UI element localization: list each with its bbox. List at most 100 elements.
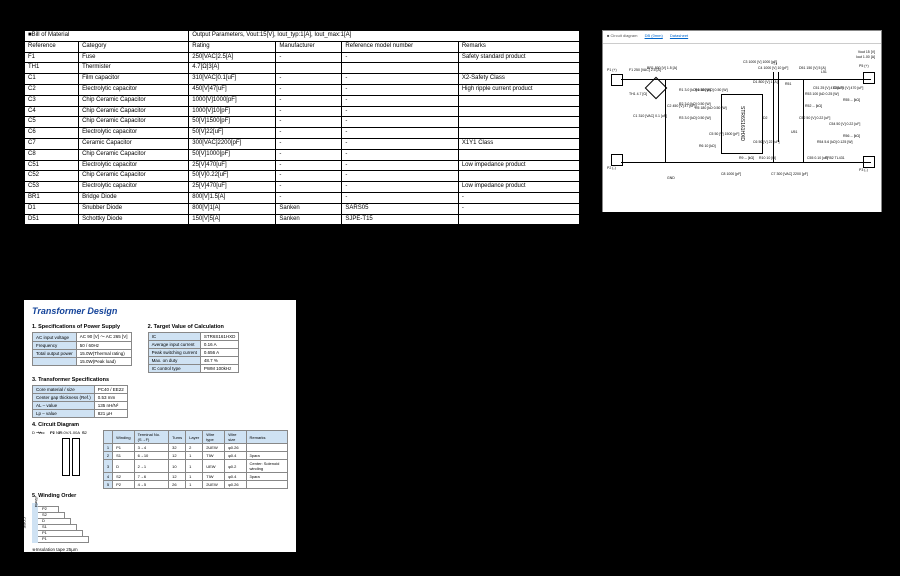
bom-table: ■Bill of MaterialOutput Parameters, Vout… [24, 30, 580, 225]
schematic-panel: ■ Circuit diagram DB (0mm) Datasheet STR… [602, 30, 882, 212]
sec2-table: ICSTR6S161HXDAverage input current0.16 A… [148, 332, 240, 373]
table-row: 4S27→6121TIWφ0.43para [103, 473, 287, 481]
schematic-canvas: STR6S161HXD P1 (+) P2 (-) P5 (+) P3 (-) … [603, 44, 881, 212]
table-row: D1Snubber Diode800[V]1[A]SankenSARS05- [25, 203, 580, 214]
bom-col-header: Reference [25, 41, 79, 52]
lbl-r54: R54 5.6 [kΩ] 0.125 [W] [817, 140, 853, 144]
port-p2 [611, 154, 623, 166]
lbl-d1: D1 800 [V] 1 [A] [753, 80, 778, 84]
bom-col-header: Reference model number [342, 41, 458, 52]
table-row: Lp – value821 µH [33, 410, 128, 418]
lbl-r3: R3 3.0 [kΩ] 0.50 [W] [679, 116, 711, 120]
lbl-r10: R10 10 [Ω] [759, 156, 776, 160]
table-row: Total output power15.0W(Thermal rating) [33, 350, 132, 358]
lbl-gnd: GND [667, 176, 675, 180]
table-row: Peak switching current0.656 A [148, 349, 239, 357]
lbl-ps: P5 (+) [859, 64, 869, 68]
insulation-note: ※Insulation tape 25µm [32, 547, 288, 553]
bom-col-header: Remarks [458, 41, 579, 52]
sec5-heading: 5. Winding Order [32, 493, 288, 499]
sec4-table: WindingTerminal No.(S→F)TurnsLayerWire t… [103, 430, 288, 489]
table-row: C2Electrolytic capacitor450[V]47[uF]--Hi… [25, 84, 580, 95]
bom-output-params: Output Parameters, Vout:15[V], Iout_typ:… [189, 31, 580, 42]
schematic-tab: ■ Circuit diagram [607, 33, 637, 38]
sec3-table: Core material / sizePC40 / EE22Center ga… [32, 385, 128, 418]
table-row: BR1Bridge Diode800[V]1.5[A]--- [25, 192, 580, 203]
winding-layer: P2 [38, 506, 59, 513]
table-row: Max. on duty48.7 % [148, 357, 239, 365]
lbl-br1: BR1 800 [V] 1.5 [A] [647, 66, 677, 70]
table-row: ICSTR6S161HXD [148, 333, 239, 341]
pin-label: Pin [296, 538, 302, 543]
table-row: C1Film capacitor310[VAC]0.1[uF]--X2-Safe… [25, 74, 580, 85]
sheld-label: Sheld [34, 497, 39, 507]
sec3-heading: 3. Transformer Specifications [32, 377, 288, 383]
transformer-design-panel: Transformer Design 1. Specifications of … [24, 300, 296, 552]
table-row: C51Electrolytic capacitor25[V]470[uF]--L… [25, 160, 580, 171]
lbl-c1: C1 310 [VAC] 0.1 [uF] [633, 114, 667, 118]
lbl-p1: P1 (+) [607, 68, 617, 72]
winding-layer: S1 [38, 524, 77, 531]
lbl-r52: R52 -- [kΩ] [805, 104, 822, 108]
lbl-u52: SR52 TL431 [825, 156, 845, 160]
table-row: C52Chip Ceramic Capacitor50[V]0.22[uF]-- [25, 171, 580, 182]
sec1-table: AC input voltageAC 90 [V] ～ AC 265 [V]Fr… [32, 332, 132, 366]
bom-panel: ■Bill of MaterialOutput Parameters, Vout… [24, 30, 580, 225]
lbl-c4: C4 1000 [V] 10 [pF] [758, 66, 788, 70]
circuit-mini-diagram: 15.0V/1.00A P2 P1 D ⟶ Vcc S2 NP S [32, 430, 95, 489]
ic-chip: STR6S161HXD [721, 94, 763, 154]
table-row: 5P24→52612UEWφ0.26 [103, 481, 287, 489]
lbl-th1: TH1 4.7 [Ω] [629, 92, 647, 96]
lbl-pn: P3 (-) [859, 168, 868, 172]
port-p1 [611, 74, 623, 86]
table-row: C53Electrolytic capacitor25[V]470[uF]--L… [25, 182, 580, 193]
sec2-heading: 2. Target Value of Calculation [148, 324, 240, 330]
schematic-toolbar: ■ Circuit diagram DB (0mm) Datasheet [603, 31, 881, 44]
table-row: 3D2→1101UEWφ0.2Center: Solenoid winding [103, 460, 287, 473]
dim-link[interactable]: DB (0mm) [645, 33, 663, 38]
bom-col-header: Rating [189, 41, 276, 52]
bom-title: ■Bill of Material [25, 31, 189, 42]
lbl-r53: R53 100 [kΩ 0.25 [W] [805, 92, 839, 96]
lbl-vout: Vout 15 [V] [858, 50, 875, 54]
lbl-c53: C53 25 [V] 470 [uF] [833, 86, 863, 90]
table-row: 1P13→43222UEWφ0.26 [103, 444, 287, 452]
table-row: Center gap thickness (Ref.)0.53 mm [33, 394, 128, 402]
lbl-p2: P2 (-) [607, 166, 616, 170]
table-row: 15.0W(Peak load) [33, 358, 132, 366]
lbl-r6: R6 10 [kΩ] [699, 144, 716, 148]
table-row: C7Ceramic Capacitor300[VAC]2200[pF]--X1Y… [25, 138, 580, 149]
winding-layer: D [38, 518, 71, 525]
lbl-r5: R5 180 [kΩ 0.50 [W] [695, 106, 727, 110]
table-row: WindingTerminal No.(S→F)TurnsLayerWire t… [103, 431, 287, 444]
bom-header-row: ReferenceCategoryRatingManufacturerRefer… [25, 41, 580, 52]
lbl-c6: C6 50 [V] 22 [uF] [753, 140, 779, 144]
table-row: C3Chip Ceramic Capacitor1000[V]1000[pF]-… [25, 95, 580, 106]
winding-order-diagram: CORE P1P1S1DS2P2PinSheld [32, 503, 288, 543]
table-row: 2S16→10121TIWφ0.43para [103, 452, 287, 460]
table-row: C8Chip Ceramic Capacitor50[V]1000[pF]-- [25, 149, 580, 160]
table-row: AL – value135 nH/N² [33, 402, 128, 410]
lbl-iout: Iout 1.00 [A] [856, 55, 875, 59]
table-row: IC control typePWM 100kHz [148, 365, 239, 373]
table-row: Core material / sizePC40 / EE22 [33, 386, 128, 394]
lbl-r51: R51 [785, 82, 791, 86]
lbl-c7: C7 300 [VAC] 2200 [pF] [771, 172, 808, 176]
datasheet-link[interactable]: Datasheet [670, 33, 688, 38]
port-p5 [863, 72, 875, 84]
table-row: C4Chip Ceramic Capacitor1000[V]10[pF]-- [25, 106, 580, 117]
xfmr-title: Transformer Design [32, 306, 288, 316]
lbl-c52: C52 50 [V] 0.22 [uF] [799, 116, 830, 120]
sec1-heading: 1. Specifications of Power Supply [32, 324, 132, 330]
winding-layer: S2 [38, 512, 65, 519]
bom-col-header: Manufacturer [276, 41, 342, 52]
winding-layer: P1 [38, 530, 83, 537]
table-row: C6Electrolytic capacitor50[V]22[uF]-- [25, 128, 580, 139]
table-row: C5Chip Ceramic Capacitor50[V]1500[pF]-- [25, 117, 580, 128]
lbl-c5: C5 50 [V] 1500 [pF] [709, 132, 739, 136]
lbl-c54: C54 50 [V] 0.22 [uF] [829, 122, 860, 126]
winding-layer: P1 [38, 536, 89, 543]
lbl-u51: U51 [791, 130, 797, 134]
bridge-diode [645, 77, 668, 100]
table-row: Frequency50 / 60Hz [33, 342, 132, 350]
